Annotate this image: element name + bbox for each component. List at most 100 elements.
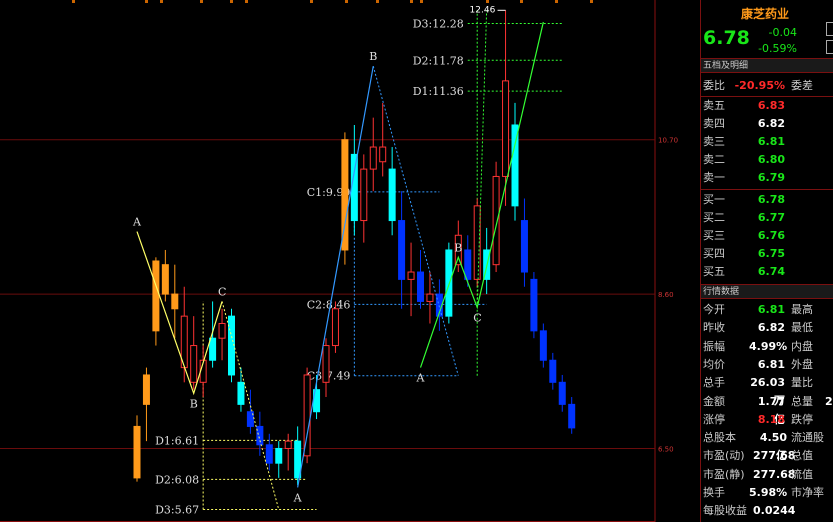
- ask-row-value: 6.79: [757, 171, 785, 184]
- bid-row[interactable]: 买五 6.74: [701, 263, 833, 281]
- candle-body: [265, 444, 273, 464]
- weibi-label: 委比: [703, 79, 725, 92]
- quote-row-label: 换手: [703, 486, 725, 499]
- level-label: D3:12.28: [413, 18, 464, 31]
- candle-body: [549, 359, 557, 383]
- quote-row[interactable]: 涨停 8.18 跌停: [701, 411, 833, 429]
- candle-body: [142, 374, 150, 405]
- kline-chart[interactable]: 10.708.606.50D1:6.61D2:6.08D3:5.67C1:9.9…: [0, 0, 700, 522]
- max-price-label: 12.46: [470, 5, 496, 15]
- candle-body: [284, 440, 292, 449]
- candle-body: [417, 271, 424, 302]
- top-marker: [520, 0, 523, 3]
- ask-row-label: 卖四: [703, 117, 725, 130]
- quote-row-value: 5.98%: [749, 486, 788, 499]
- weicha-label: 委差: [791, 79, 813, 92]
- quote-row-label2: 流通股: [791, 431, 824, 445]
- candle-body: [275, 447, 283, 464]
- ask-row[interactable]: 卖五 6.83: [701, 97, 833, 115]
- quote-row-label2: 外盘: [791, 357, 813, 371]
- pattern-point-label: A: [132, 216, 142, 229]
- pattern-point-label: B: [369, 50, 377, 63]
- top-marker: [420, 0, 423, 3]
- quote-row[interactable]: 每股收益 0.0244: [701, 502, 833, 520]
- candle-body: [426, 293, 434, 302]
- pattern-line: [136, 231, 223, 396]
- top-marker: [160, 0, 163, 3]
- top-marker: [486, 0, 489, 3]
- quote-row[interactable]: 金额1.77亿总量26: [701, 393, 833, 426]
- quote-row[interactable]: 市盈(静) 277.68 流值: [701, 466, 833, 484]
- panel-toggle-button[interactable]: [826, 40, 833, 54]
- order-book-header[interactable]: 五档及明细: [701, 58, 833, 73]
- quote-row-extra: 26: [825, 394, 833, 408]
- ask-row-value: 6.83: [757, 99, 785, 112]
- ask-row-value: 6.80: [757, 153, 785, 166]
- top-marker: [590, 0, 593, 3]
- candle-body: [350, 153, 358, 222]
- ask-row[interactable]: 卖二 6.80: [701, 151, 833, 169]
- bid-row-value: 6.76: [757, 229, 785, 242]
- quote-row[interactable]: 均价 6.81 外盘: [701, 356, 833, 374]
- ask-row[interactable]: 卖四 6.82: [701, 115, 833, 133]
- quote-row[interactable]: 总手 26.03万 量比: [701, 374, 833, 407]
- bid-row-value: 6.74: [757, 265, 785, 278]
- bid-row[interactable]: 买一 6.78: [701, 191, 833, 209]
- bid-row[interactable]: 买三 6.76: [701, 227, 833, 245]
- market-data-header[interactable]: 行情数据: [701, 284, 833, 299]
- pattern-point-label: C: [218, 285, 226, 298]
- candle-body: [209, 337, 217, 361]
- panel-toggle-button[interactable]: [826, 22, 833, 36]
- weibi-row: 委比 -20.95% 委差: [701, 77, 833, 95]
- ask-row[interactable]: 卖三 6.81: [701, 133, 833, 151]
- quote-row-label2: 内盘: [791, 339, 813, 353]
- bid-row-label: 买一: [703, 193, 725, 206]
- quote-row-label: 总手: [703, 376, 725, 390]
- quote-row-label: 昨收: [703, 321, 725, 335]
- price-change: -0.04: [768, 26, 797, 39]
- candle-body: [331, 308, 339, 347]
- quote-row-value: 4.99%: [749, 339, 788, 353]
- level-label: D3:5.67: [155, 504, 199, 517]
- quote-row-label2: 最低: [791, 321, 813, 335]
- quote-row[interactable]: 今开 6.81 最高: [701, 301, 833, 319]
- level-label: D1:11.36: [413, 85, 464, 98]
- quote-row[interactable]: 总股本 4.50亿 流通股: [701, 429, 833, 462]
- ask-row[interactable]: 卖一 6.79: [701, 169, 833, 187]
- quote-panel: 康芝药业 6.78 -0.04 -0.59% 五档及明细 委比 -20.95% …: [700, 0, 833, 522]
- pattern-point-label: A: [416, 372, 426, 385]
- quote-row-label: 振幅: [703, 339, 725, 353]
- quote-row-value: 277.68: [753, 467, 796, 481]
- quote-row-label2: 量比: [791, 376, 813, 390]
- candle-body: [322, 345, 330, 383]
- pattern-point-label: A: [293, 491, 303, 504]
- bid-row[interactable]: 买二 6.77: [701, 209, 833, 227]
- level-label: D2:6.08: [155, 473, 199, 486]
- quote-row[interactable]: 振幅 4.99% 内盘: [701, 338, 833, 356]
- quote-row[interactable]: 昨收 6.82 最低: [701, 319, 833, 337]
- top-marker: [376, 0, 379, 3]
- weibi-value: -20.95%: [734, 79, 785, 92]
- top-marker: [200, 0, 203, 3]
- top-marker: [555, 0, 558, 3]
- quote-row-label2: 总量: [791, 394, 813, 408]
- ask-row-value: 6.81: [757, 135, 785, 148]
- candle-body: [171, 293, 179, 310]
- bid-row-value: 6.77: [757, 211, 785, 224]
- quote-row-label: 市盈(动): [703, 449, 745, 463]
- quote-row-value: 8.18: [757, 412, 785, 426]
- bid-row-label: 买四: [703, 247, 725, 260]
- top-marker: [245, 0, 248, 3]
- target-diagonal: [372, 66, 459, 376]
- ask-row-label: 卖一: [703, 171, 725, 184]
- quote-row[interactable]: 换手 5.98% 市净率: [701, 484, 833, 502]
- candle-body: [218, 322, 226, 339]
- stock-name[interactable]: 康芝药业: [741, 5, 789, 22]
- bid-row[interactable]: 买四 6.75: [701, 245, 833, 263]
- quote-row[interactable]: 市盈(动) 277.68 总值: [701, 447, 833, 465]
- quote-row-label: 市盈(静): [703, 467, 745, 481]
- pattern-line: [297, 66, 374, 488]
- price-tick-label: 6.50: [658, 445, 674, 453]
- bid-row-label: 买二: [703, 211, 725, 224]
- candle-body: [492, 175, 500, 266]
